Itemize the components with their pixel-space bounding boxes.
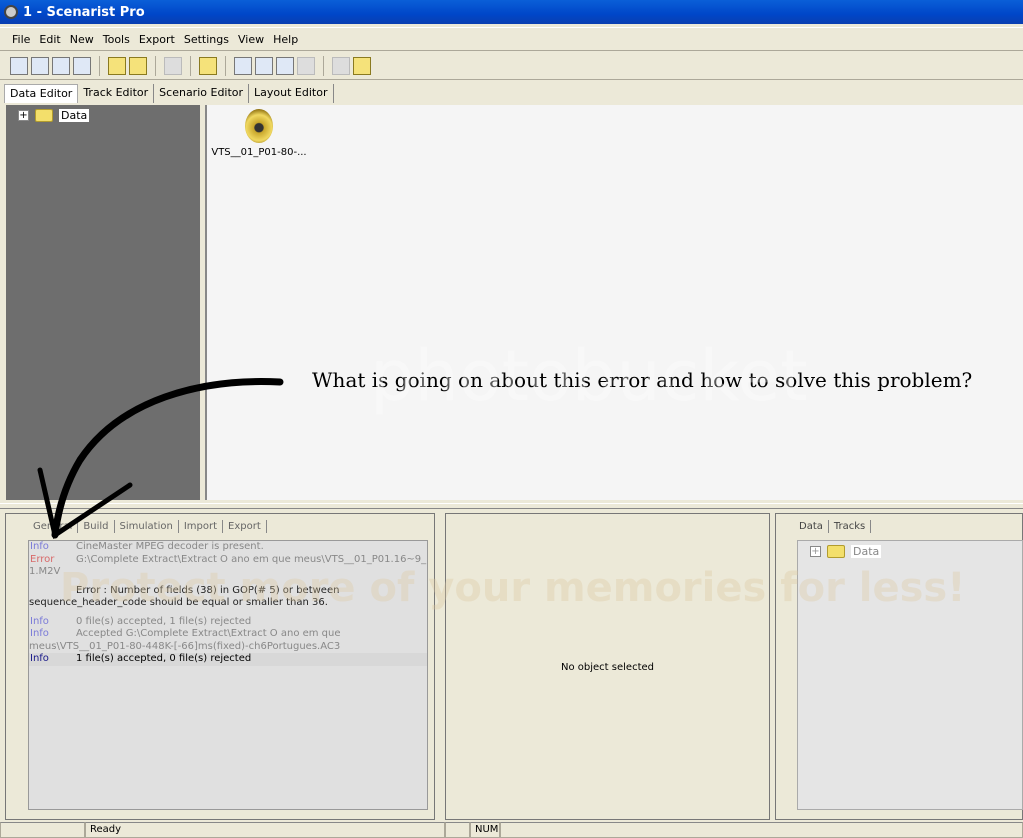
annotation-text: What is going on about this error and ho… xyxy=(312,368,973,392)
arrow-annotation xyxy=(37,378,284,540)
